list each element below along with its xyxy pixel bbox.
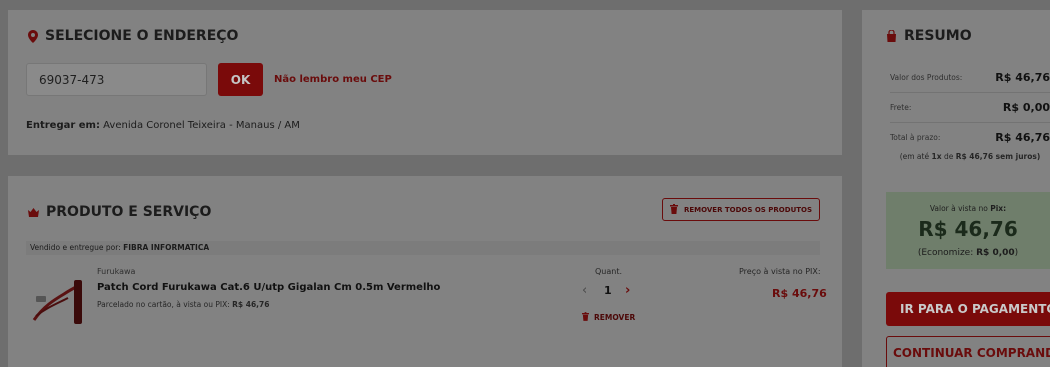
pix-price-label: Preço à vista no PIX:: [739, 267, 821, 276]
seller-bar: Vendido e entregue por: FIBRA INFORMATIC…: [26, 241, 820, 255]
seller-name: FIBRA INFORMATICA: [123, 243, 210, 252]
products-value-row: Valor dos Produtos: R$ 46,76: [890, 71, 1050, 84]
note-times: 1x: [931, 152, 942, 161]
deliver-address: Avenida Coronel Teixeira - Manaus / AM: [103, 120, 300, 131]
trash-icon: [669, 203, 678, 216]
remove-all-label: REMOVER TODOS OS PRODUTOS: [683, 205, 813, 214]
pix-savings-prefix: (Economize:: [917, 248, 974, 258]
crown-icon: [28, 207, 39, 217]
installments-text: Parcelado no cartão, à vista ou PIX:: [97, 300, 230, 309]
products-value: R$ 46,76: [995, 71, 1050, 84]
freight-value: R$ 0,00: [1002, 101, 1050, 114]
pix-label-bold: Pix:: [990, 204, 1007, 213]
location-pin-icon: [28, 29, 38, 43]
product-brand: Furukawa: [97, 267, 136, 276]
address-section-title: SELECIONE O ENDEREÇO: [28, 28, 238, 44]
divider: [890, 92, 1050, 93]
product-title-text: PRODUTO E SERVIÇO: [46, 204, 212, 220]
pix-box-value: R$ 46,76: [918, 217, 1018, 241]
ok-button[interactable]: OK: [218, 63, 263, 96]
note-mid: de: [943, 152, 954, 161]
divider: [890, 122, 1050, 123]
pix-label-prefix: Valor à vista no: [929, 204, 988, 213]
trash-icon: [582, 312, 589, 323]
go-to-payment-button[interactable]: IR PARA O PAGAMENTO: [886, 292, 1050, 326]
pix-savings-suffix: ): [1014, 248, 1019, 258]
deliver-line: Entregar em: Avenida Coronel Teixeira - …: [26, 120, 300, 131]
product-name-link[interactable]: Patch Cord Furukawa Cat.6 U/utp Gigalan …: [97, 282, 440, 293]
cep-input[interactable]: [26, 63, 207, 96]
product-image[interactable]: [30, 278, 90, 330]
pix-box-label: Valor à vista no Pix:: [886, 204, 1050, 213]
address-panel: SELECIONE O ENDEREÇO OK Não lembro meu C…: [8, 10, 842, 155]
note-prefix: (em até: [899, 152, 930, 161]
pix-savings-value: R$ 0,00: [976, 248, 1015, 258]
forgot-cep-link[interactable]: Não lembro meu CEP: [274, 74, 392, 85]
total-row: Total à prazo: R$ 46,76: [890, 131, 1050, 144]
pix-box-savings: (Economize: R$ 0,00): [886, 248, 1050, 258]
product-panel: PRODUTO E SERVIÇO REMOVER TODOS OS PRODU…: [8, 176, 842, 367]
remove-item-button[interactable]: REMOVER: [582, 312, 635, 323]
products-value-label: Valor dos Produtos:: [890, 73, 963, 82]
quantity-value: 1: [604, 284, 612, 297]
deliver-label: Entregar em:: [26, 120, 100, 131]
summary-panel: RESUMO Valor dos Produtos: R$ 46,76 Fret…: [862, 10, 1050, 367]
freight-label: Frete:: [890, 103, 912, 112]
address-title-text: SELECIONE O ENDEREÇO: [45, 28, 239, 44]
total-value: R$ 46,76: [995, 131, 1050, 144]
quantity-increase-button[interactable]: ›: [625, 283, 630, 298]
installments-value: R$ 46,76: [232, 300, 270, 309]
freight-row: Frete: R$ 0,00: [890, 101, 1050, 114]
total-label: Total à prazo:: [890, 133, 941, 142]
installment-note: (em até 1x de R$ 46,76 sem juros): [890, 152, 1050, 161]
continue-shopping-button[interactable]: CONTINUAR COMPRANDO: [886, 336, 1050, 367]
installments-info: Parcelado no cartão, à vista ou PIX: R$ …: [97, 300, 269, 309]
shopping-bag-icon: [886, 30, 897, 42]
seller-prefix: Vendido e entregue por:: [30, 243, 121, 252]
quantity-decrease-button[interactable]: ‹: [582, 283, 587, 298]
summary-section-title: RESUMO: [886, 28, 972, 44]
product-price: R$ 46,76: [772, 287, 827, 300]
pix-price-box: Valor à vista no Pix: R$ 46,76 (Economiz…: [886, 192, 1050, 269]
note-value: R$ 46,76 sem juros): [955, 152, 1041, 161]
quantity-label: Quant.: [595, 267, 623, 276]
remove-all-products-button[interactable]: REMOVER TODOS OS PRODUTOS: [662, 198, 820, 221]
summary-title-text: RESUMO: [904, 28, 972, 44]
product-section-title: PRODUTO E SERVIÇO: [28, 204, 211, 220]
remove-item-label: REMOVER: [594, 313, 636, 322]
